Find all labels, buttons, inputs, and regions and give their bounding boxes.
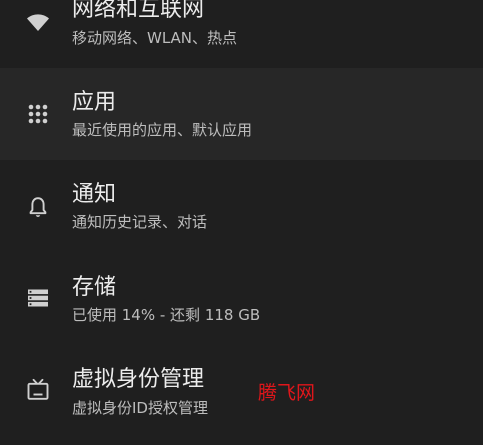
settings-item-virtual-identity[interactable]: 虚拟身份管理 虚拟身份ID授权管理 — [0, 344, 483, 436]
settings-item-title: 网络和互联网 — [72, 0, 205, 22]
settings-item-title: 通知 — [72, 182, 117, 207]
watermark-text: 腾飞网 — [258, 382, 316, 404]
settings-item-subtitle: 已使用 14% - 还剩 118 GB — [72, 306, 261, 324]
settings-item-network[interactable]: 网络和互联网 移动网络、WLAN、热点 — [0, 0, 483, 68]
wifi-icon — [26, 10, 50, 34]
settings-item-title: 应用 — [72, 90, 117, 115]
settings-list: 网络和互联网 移动网络、WLAN、热点 应用 最近使用的应用、默认应用 通知 通… — [0, 0, 483, 445]
settings-item-title: 虚拟身份管理 — [72, 367, 205, 392]
settings-item-subtitle: 通知历史记录、对话 — [72, 213, 208, 231]
settings-item-subtitle: 最近使用的应用、默认应用 — [72, 121, 253, 139]
tv-icon — [26, 378, 50, 402]
settings-item-notifications[interactable]: 通知 通知历史记录、对话 — [0, 160, 483, 252]
bell-icon — [26, 195, 50, 219]
storage-icon — [26, 286, 50, 310]
settings-item-storage[interactable]: 存储 已使用 14% - 还剩 118 GB — [0, 252, 483, 344]
settings-item-title: 存储 — [72, 275, 117, 300]
settings-item-subtitle: 移动网络、WLAN、热点 — [72, 29, 238, 47]
apps-grid-icon — [26, 102, 50, 126]
settings-item-subtitle: 虚拟身份ID授权管理 — [72, 399, 208, 417]
settings-item-apps[interactable]: 应用 最近使用的应用、默认应用 — [0, 68, 483, 160]
